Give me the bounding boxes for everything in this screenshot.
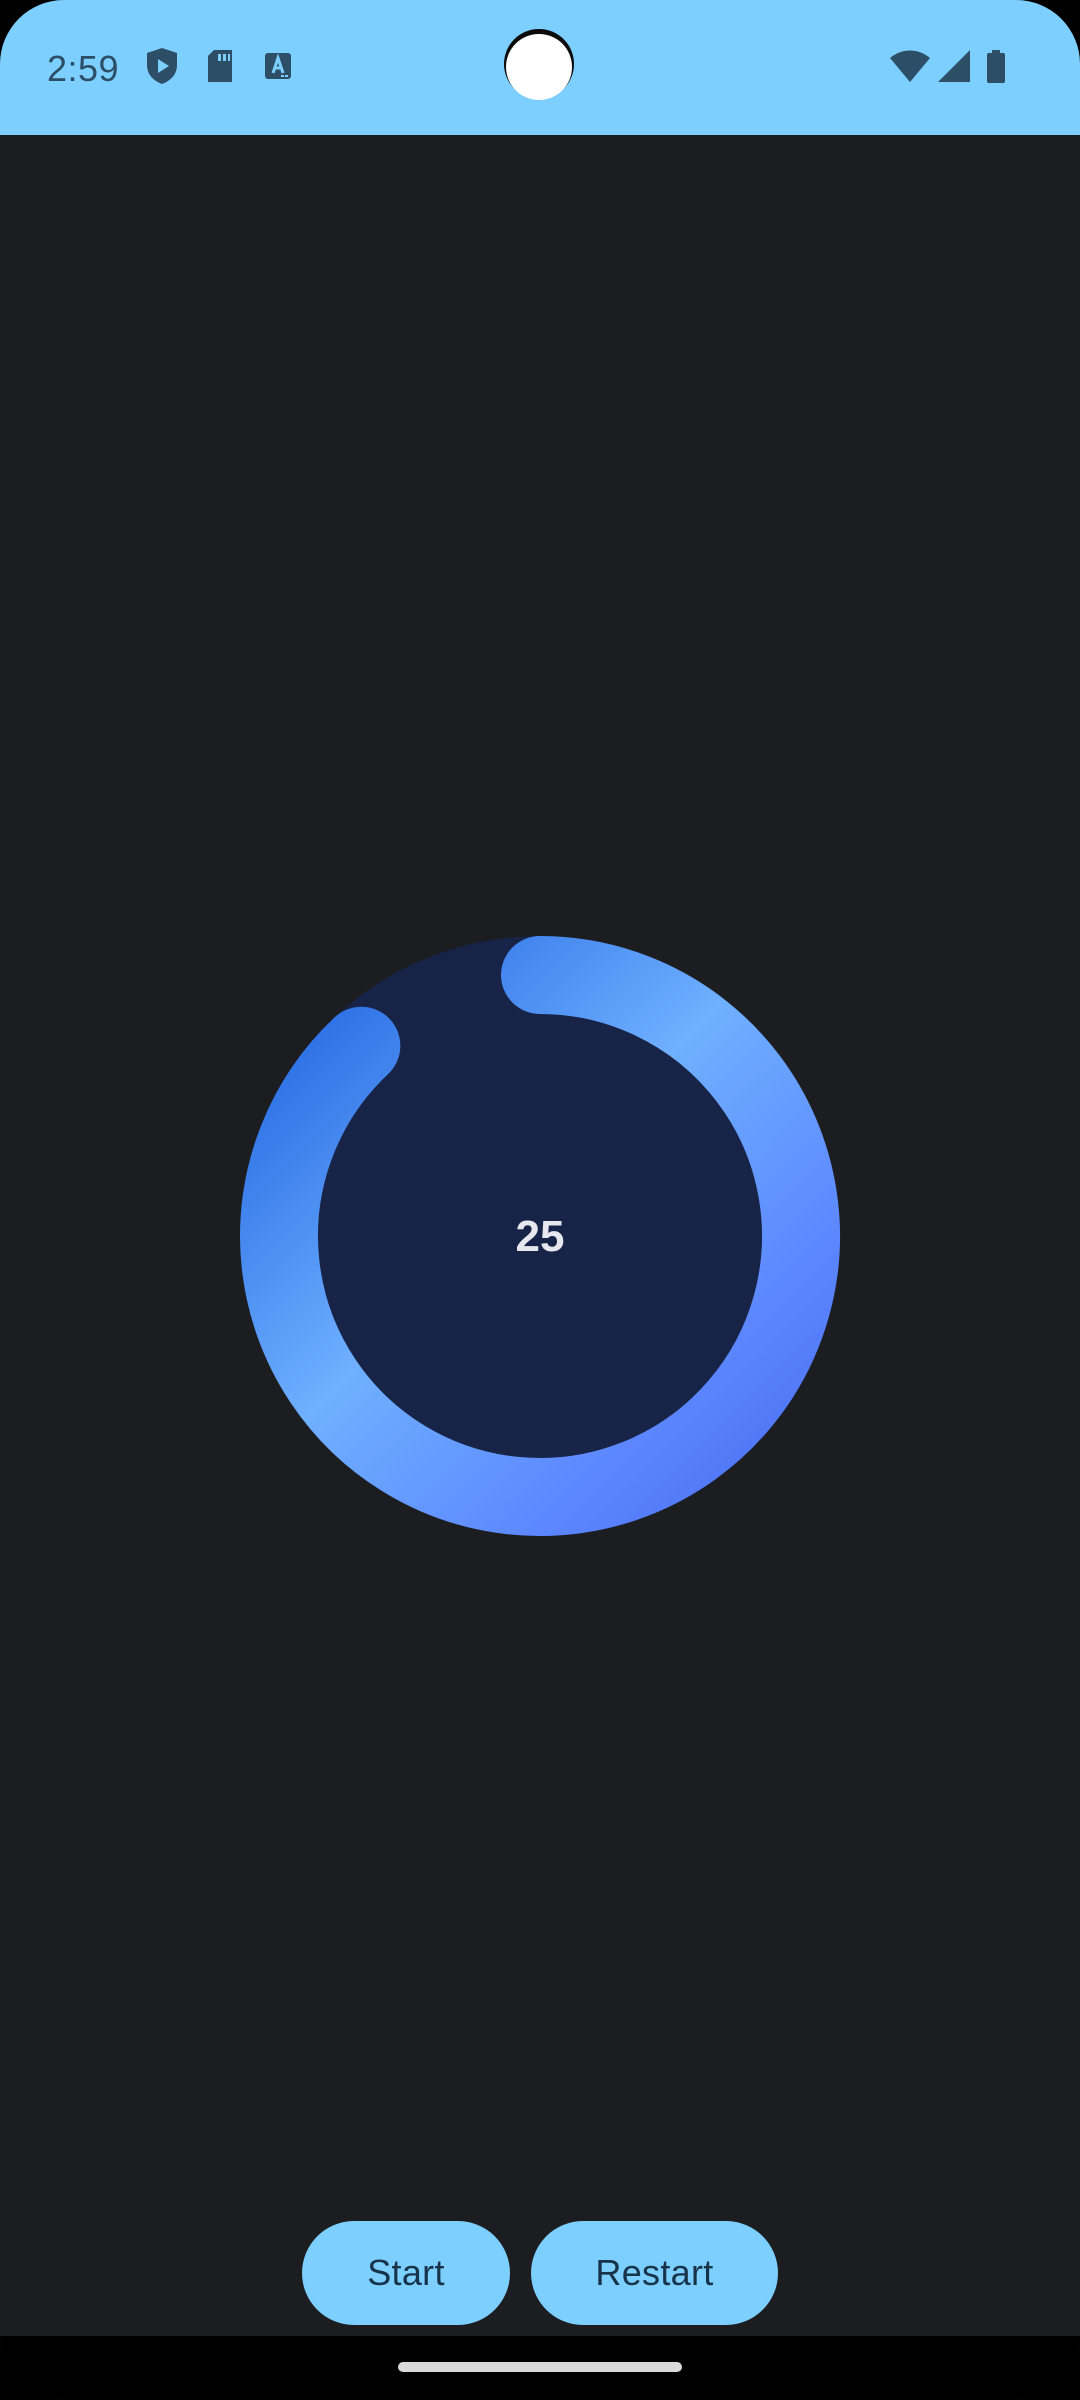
cell-signal-icon: [934, 46, 974, 90]
camera-cutout: [506, 34, 572, 100]
wifi-icon: [888, 46, 932, 90]
text-a-icon: [262, 46, 302, 90]
timer-value: 25: [515, 1212, 565, 1261]
shield-play-icon: [144, 46, 184, 90]
restart-button[interactable]: Restart: [531, 2221, 778, 2325]
status-time: 2:59: [47, 48, 120, 89]
app-screen: 2:59 25 Start Restart: [0, 0, 1080, 2400]
start-button[interactable]: Start: [302, 2221, 510, 2325]
home-gesture-handle[interactable]: [398, 2362, 682, 2372]
countdown-timer: 25: [234, 930, 846, 1542]
navigation-bar: [0, 2336, 1080, 2400]
sd-card-icon: [204, 46, 244, 90]
battery-icon: [984, 46, 1008, 90]
status-bar: 2:59: [0, 0, 1080, 135]
